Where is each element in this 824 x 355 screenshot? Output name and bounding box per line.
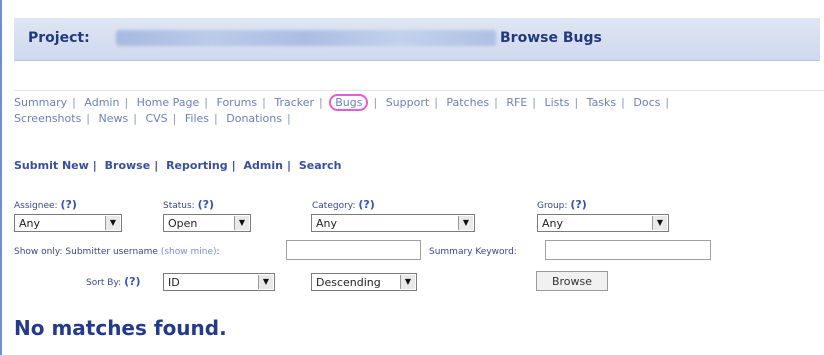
nav-separator: | (665, 96, 670, 109)
sort-by-help-link[interactable]: (?) (124, 275, 140, 288)
subnav-separator: | (286, 159, 291, 172)
assignee-help-link[interactable]: (?) (60, 198, 76, 211)
assignee-label-text: Assignee: (14, 201, 58, 211)
subnav-browse[interactable]: Browse (105, 159, 151, 172)
page-left-border (0, 0, 2, 355)
sort-order-value: Descending (316, 276, 381, 289)
nav-separator: | (532, 96, 536, 109)
group-value: Any (542, 217, 564, 230)
category-label-text: Category: (312, 201, 356, 211)
chevron-down-icon: ▼ (400, 275, 415, 289)
nav-separator: | (494, 96, 498, 109)
nav-cvs[interactable]: CVS (145, 112, 167, 125)
status-label: Status: (?) (163, 198, 214, 211)
show-only-label: Show only: Submitter username (show mine… (14, 247, 220, 257)
status-select[interactable]: Open ▼ (163, 214, 251, 232)
chevron-down-icon: ▼ (652, 216, 667, 230)
nav-separator: | (434, 96, 438, 109)
subnav-separator: | (154, 159, 159, 172)
group-help-link[interactable]: (?) (570, 198, 586, 211)
blurred-project-name (116, 30, 496, 46)
tracker-subnav: Submit New | Browse | Reporting | Admin | Se… (14, 159, 341, 172)
subnav-separator: | (231, 159, 236, 172)
nav-separator: | (86, 112, 91, 125)
summary-keyword-input[interactable] (545, 240, 711, 260)
nav-summary[interactable]: Summary (14, 96, 67, 109)
nav-separator: | (262, 96, 266, 109)
nav-separator: | (172, 112, 177, 125)
summary-keyword-label: Summary Keyword: (429, 247, 517, 257)
browse-button[interactable]: Browse (536, 271, 608, 291)
category-value: Any (316, 217, 338, 230)
show-mine-link[interactable]: (show mine) (161, 247, 217, 257)
nav-support[interactable]: Support (386, 96, 429, 109)
subnav-admin[interactable]: Admin (243, 159, 282, 172)
nav-separator: | (72, 96, 76, 109)
no-matches-message: No matches found. (14, 316, 227, 340)
nav-tracker[interactable]: Tracker (274, 96, 314, 109)
status-value: Open (168, 217, 198, 230)
nav-files[interactable]: Files (185, 112, 209, 125)
sort-by-value: ID (168, 276, 180, 289)
nav-tasks[interactable]: Tasks (587, 96, 616, 109)
group-label: Group: (?) (537, 198, 587, 211)
nav-separator: | (204, 96, 209, 109)
subnav-reporting[interactable]: Reporting (166, 159, 228, 172)
page-title: Browse Bugs (500, 30, 602, 46)
nav-home-page[interactable]: Home Page (137, 96, 200, 109)
chevron-down-icon: ▼ (458, 216, 473, 230)
nav-rfe[interactable]: RFE (506, 96, 527, 109)
submitter-username-input[interactable] (286, 240, 421, 260)
show-only-colon: : (216, 247, 220, 257)
nav-separator: | (214, 112, 218, 125)
nav-separator: | (373, 96, 378, 109)
group-select[interactable]: Any ▼ (537, 214, 669, 232)
sort-by-label: Sort By: (?) (86, 275, 141, 288)
nav-forums[interactable]: Forums (217, 96, 258, 109)
nav-screenshots[interactable]: Screenshots (14, 112, 81, 125)
nav-admin[interactable]: Admin (84, 96, 119, 109)
chevron-down-icon: ▼ (105, 216, 120, 230)
nav-lists[interactable]: Lists (544, 96, 569, 109)
show-only-text: Show only: Submitter username (14, 247, 158, 257)
sort-by-select[interactable]: ID ▼ (163, 273, 275, 291)
nav-bugs[interactable]: Bugs (329, 94, 369, 111)
status-help-link[interactable]: (?) (198, 198, 214, 211)
nav-row-1: Summary | Admin | Home Page | Forums | Track… (14, 94, 824, 111)
nav-separator: | (621, 96, 625, 109)
chevron-down-icon: ▼ (234, 216, 249, 230)
group-label-text: Group: (537, 201, 568, 211)
subnav-search[interactable]: Search (299, 159, 342, 172)
subnav-separator: | (92, 159, 97, 172)
nav-separator: | (574, 96, 579, 109)
assignee-select[interactable]: Any ▼ (14, 214, 122, 232)
nav-patches[interactable]: Patches (446, 96, 489, 109)
nav-docs[interactable]: Docs (633, 96, 660, 109)
nav-row-2: Screenshots | News | CVS | Files | Donations… (14, 111, 824, 127)
project-nav: Summary | Admin | Home Page | Forums | Track… (14, 90, 824, 127)
project-header: Project: Browse Bugs (14, 18, 820, 61)
assignee-value: Any (19, 217, 41, 230)
nav-separator: | (133, 112, 137, 125)
nav-news[interactable]: News (99, 112, 129, 125)
nav-separator: | (319, 96, 323, 109)
nav-donations[interactable]: Donations (226, 112, 282, 125)
category-help-link[interactable]: (?) (358, 198, 374, 211)
chevron-down-icon: ▼ (258, 275, 273, 289)
assignee-label: Assignee: (?) (14, 198, 77, 211)
subnav-submit-new[interactable]: Submit New (14, 159, 89, 172)
nav-separator: | (124, 96, 129, 109)
category-label: Category: (?) (312, 198, 375, 211)
status-label-text: Status: (163, 201, 195, 211)
nav-separator: | (286, 112, 291, 125)
category-select[interactable]: Any ▼ (311, 214, 475, 232)
sort-by-label-text: Sort By: (86, 278, 122, 288)
project-label: Project: (28, 30, 90, 46)
sort-order-select[interactable]: Descending ▼ (311, 273, 417, 291)
